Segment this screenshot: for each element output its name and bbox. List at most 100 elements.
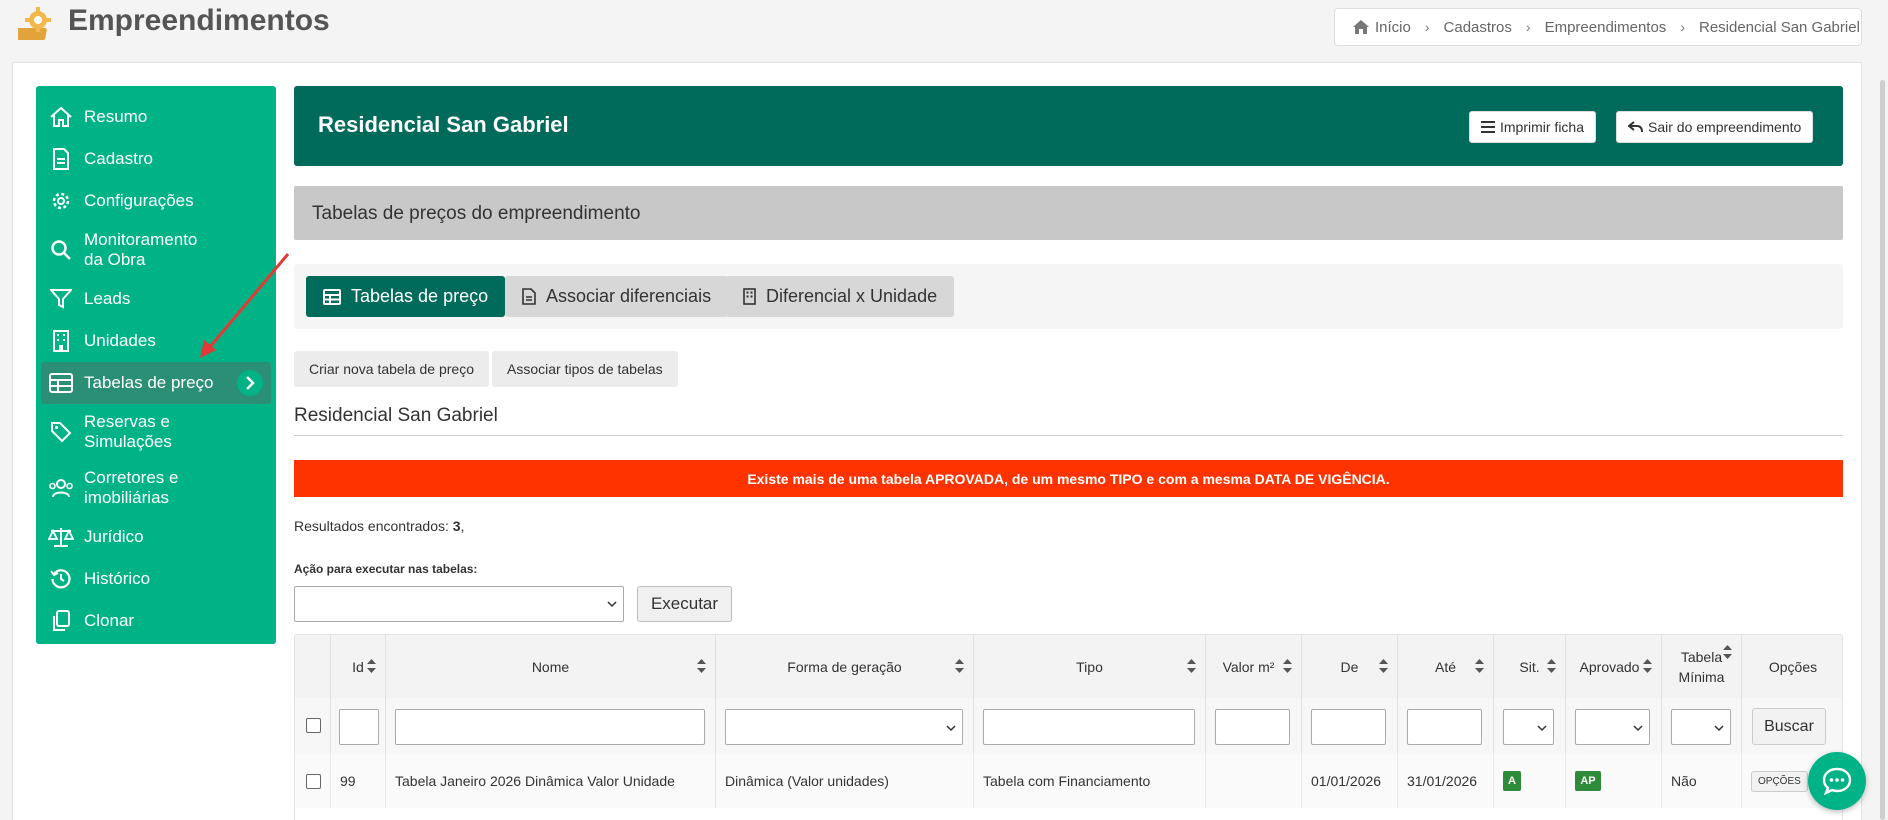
tab-diferencial-x-unidade[interactable]: Diferencial x Unidade	[726, 276, 955, 317]
sort-icon	[1283, 659, 1292, 673]
sort-icon	[1187, 659, 1196, 673]
column-header-label: Aprovado	[1579, 658, 1640, 675]
tab-label: Tabelas de preço	[351, 286, 489, 306]
print-button-label: Imprimir ficha	[1500, 119, 1585, 135]
associate-types-button[interactable]: Associar tipos de tabelas	[492, 351, 678, 387]
filter-ate-input[interactable]	[1407, 709, 1482, 745]
column-header-ate[interactable]: Até	[1398, 635, 1494, 698]
column-header-label: Sit.	[1519, 658, 1540, 675]
sidebar-item-cadastro[interactable]: Cadastro	[36, 138, 276, 180]
home-icon	[48, 104, 74, 130]
search-button[interactable]: Buscar	[1752, 708, 1826, 745]
filter-sit-select[interactable]	[1503, 709, 1554, 745]
building-icon	[743, 288, 756, 305]
print-button[interactable]: Imprimir ficha	[1469, 111, 1597, 143]
column-header-sit[interactable]: Sit.	[1494, 635, 1566, 698]
chevron-right-icon	[237, 370, 263, 396]
column-header-forma[interactable]: Forma de geração	[716, 635, 974, 698]
column-header-tipo[interactable]: Tipo	[974, 635, 1206, 698]
filter-cell	[1206, 698, 1302, 754]
exit-button[interactable]: Sair do empreendimento	[1616, 111, 1814, 143]
filter-aprovado-select[interactable]	[1575, 709, 1650, 745]
tab-tabelas-de-preco[interactable]: Tabelas de preço	[306, 276, 506, 317]
chevron-right-icon: ›	[1424, 19, 1430, 35]
status-badge: A	[1503, 771, 1521, 791]
cell-minima: Não	[1662, 754, 1742, 808]
row-checkbox[interactable]	[306, 773, 321, 789]
column-header-id[interactable]: Id	[331, 635, 386, 698]
sort-icon	[1723, 645, 1732, 659]
sidebar-item-label: Unidades	[84, 331, 156, 350]
sidebar-item-clonar[interactable]: Clonar	[36, 600, 276, 642]
column-header-label: Valor m²	[1222, 658, 1275, 675]
filter-minima-select[interactable]	[1671, 709, 1731, 745]
empreendimento-title: Residencial San Gabriel	[318, 112, 569, 137]
history-icon	[48, 566, 74, 592]
sidebar-item-corretores[interactable]: Corretores e imobiliárias	[36, 460, 276, 516]
bulk-action-label: Ação para executar nas tabelas:	[294, 562, 478, 576]
alert-banner: Existe mais de uma tabela APROVADA, de u…	[294, 460, 1843, 497]
divider	[294, 435, 1843, 436]
cell-ate: 31/01/2026	[1398, 754, 1494, 808]
column-header-valor-m2[interactable]: Valor m²	[1206, 635, 1302, 698]
column-header-label: Forma de geração	[787, 658, 902, 675]
filter-nome-input[interactable]	[395, 709, 705, 745]
tab-associar-diferenciais[interactable]: Associar diferenciais	[505, 276, 729, 317]
cell-aprovado: AP	[1566, 754, 1662, 808]
chevron-down-icon	[607, 601, 617, 608]
filter-de-input[interactable]	[1311, 709, 1386, 745]
results-number: 3	[452, 518, 461, 534]
table-icon	[323, 288, 341, 305]
list-icon	[1481, 121, 1495, 133]
search-icon	[48, 237, 74, 263]
sidebar-item-reservas[interactable]: Reservas e Simulações	[36, 404, 276, 460]
column-header-label: Até	[1434, 658, 1456, 675]
column-header-label: Opções	[1768, 658, 1818, 675]
scale-icon	[48, 524, 74, 550]
tab-label: Associar diferenciais	[546, 286, 712, 306]
filter-id-input[interactable]	[339, 709, 379, 745]
logo-icon	[18, 7, 51, 40]
column-header-de[interactable]: De	[1302, 635, 1398, 698]
column-header-tabela-minima[interactable]: Tabela Mínima	[1662, 635, 1742, 698]
select-all-checkbox[interactable]	[306, 718, 321, 733]
column-header-label: Nome	[531, 658, 570, 675]
filter-cell	[974, 698, 1206, 754]
column-header-nome[interactable]: Nome	[386, 635, 716, 698]
filter-tipo-input[interactable]	[983, 709, 1195, 745]
bulk-action-select[interactable]	[294, 586, 624, 622]
chevron-down-icon	[1714, 725, 1724, 732]
sidebar-item-resumo[interactable]: Resumo	[36, 96, 276, 138]
create-table-button[interactable]: Criar nova tabela de preço	[294, 351, 489, 387]
sidebar-item-configuracoes[interactable]: Configurações	[36, 180, 276, 222]
home-icon	[1353, 20, 1369, 34]
cell-tipo: Tabela com Financiamento	[974, 754, 1206, 808]
chevron-down-icon	[1633, 725, 1643, 732]
execute-button[interactable]: Executar	[637, 586, 732, 622]
chat-button[interactable]	[1808, 752, 1866, 810]
sidebar-item-tabelas-de-preco[interactable]: Tabelas de preço	[41, 362, 271, 404]
exit-button-label: Sair do empreendimento	[1648, 119, 1802, 135]
table-row[interactable]: 99 Tabela Janeiro 2026 Dinâmica Valor Un…	[295, 754, 1842, 808]
sidebar-item-label: Reservas e Simulações	[84, 412, 172, 451]
options-button[interactable]: OPÇÕES	[1751, 770, 1808, 792]
cell-de: 01/01/2026	[1302, 754, 1398, 808]
scrollbar[interactable]	[1880, 80, 1885, 820]
sidebar-item-label: Tabelas de preço	[84, 373, 214, 392]
filter-forma-select[interactable]	[725, 709, 963, 745]
breadcrumb-cadastros[interactable]: Cadastros	[1444, 19, 1512, 36]
empreendimento-header: Residencial San Gabriel Imprimir ficha S…	[294, 86, 1843, 166]
sidebar-item-label: Configurações	[84, 191, 194, 210]
results-prefix: Resultados encontrados:	[294, 518, 453, 534]
breadcrumb-home[interactable]: Início	[1375, 19, 1411, 36]
sidebar-item-historico[interactable]: Histórico	[36, 558, 276, 600]
sidebar-item-juridico[interactable]: Jurídico	[36, 516, 276, 558]
breadcrumb-empreendimentos[interactable]: Empreendimentos	[1545, 19, 1667, 36]
column-header-aprovado[interactable]: Aprovado	[1566, 635, 1662, 698]
reply-icon	[1628, 121, 1643, 133]
filter-valor-input[interactable]	[1215, 709, 1290, 745]
annotation-arrow-icon	[200, 253, 290, 358]
tag-icon	[48, 419, 74, 445]
sort-icon	[367, 659, 376, 673]
filter-icon	[48, 286, 74, 312]
